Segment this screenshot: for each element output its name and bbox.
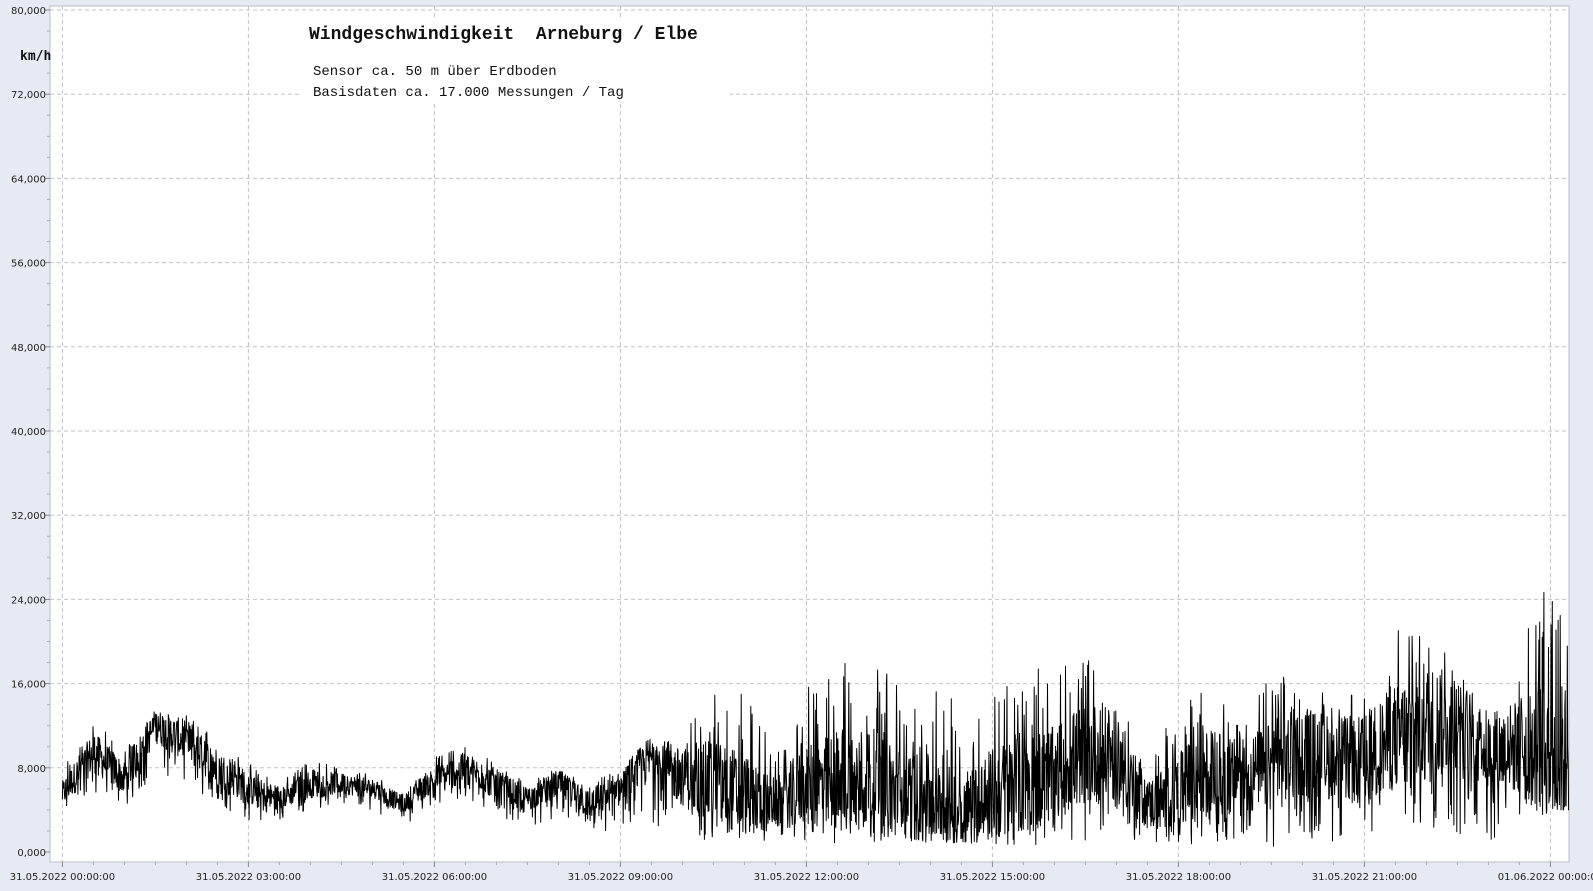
x-tick-label: 31.05.2022 15:00:00	[940, 872, 1045, 883]
chart-subtitle-sensor: Sensor ca. 50 m über Erdboden	[313, 64, 557, 80]
chart-subtitle-basis: Basisdaten ca. 17.000 Messungen / Tag	[313, 85, 624, 101]
x-tick-label: 31.05.2022 03:00:00	[196, 872, 301, 883]
y-tick-label: 0,000	[17, 848, 46, 859]
y-tick-labels: 0,000 8,000 16,000 24,000 32,000 40,000 48,000…	[11, 6, 46, 859]
y-tick-label: 64,000	[11, 174, 46, 185]
y-tick-label: 80,000	[11, 6, 46, 17]
y-tick-label: 24,000	[11, 595, 46, 606]
x-tick-label: 31.05.2022 21:00:00	[1312, 872, 1417, 883]
chart-title: Windgeschwindigkeit Arneburg / Elbe	[309, 25, 698, 45]
plot-area	[49, 5, 1570, 863]
y-tick-label: 16,000	[11, 680, 46, 691]
chart-frame: Windgeschwindigkeit Arneburg / Elbe Sens…	[0, 0, 1593, 891]
y-tick-label: 40,000	[11, 427, 46, 438]
y-tick-label: 56,000	[11, 259, 46, 270]
wind-speed-chart: Windgeschwindigkeit Arneburg / Elbe Sens…	[10, 5, 1593, 883]
x-tick-label: 31.05.2022 06:00:00	[382, 872, 487, 883]
y-tick-label: 32,000	[11, 511, 46, 522]
y-axis-unit-label: km/h	[20, 49, 51, 64]
x-tick-labels: 31.05.2022 00:00:00 31.05.2022 03:00:00 31…	[10, 872, 1593, 883]
y-tick-label: 72,000	[11, 90, 46, 101]
y-tick-label: 48,000	[11, 343, 46, 354]
x-tick-label: 31.05.2022 00:00:00	[10, 872, 115, 883]
y-tick-label: 8,000	[17, 764, 46, 775]
x-tick-label: 31.05.2022 09:00:00	[568, 872, 673, 883]
x-tick-label: 31.05.2022 12:00:00	[754, 872, 859, 883]
x-tick-label: 31.05.2022 18:00:00	[1126, 872, 1231, 883]
x-tick-label: 01.06.2022 00:00:00	[1498, 872, 1593, 883]
